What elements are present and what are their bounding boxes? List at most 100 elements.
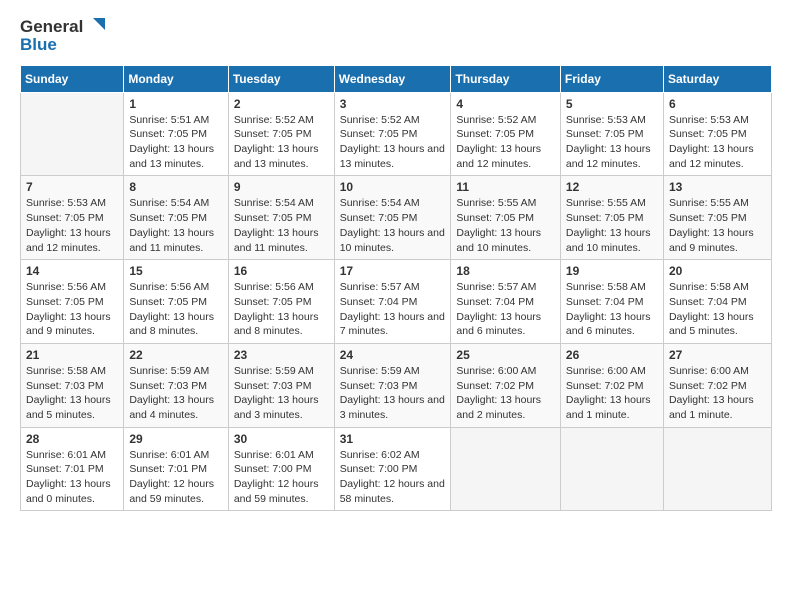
day-info: Sunrise: 5:56 AMSunset: 7:05 PMDaylight:… [234, 280, 329, 339]
day-info: Sunrise: 5:57 AMSunset: 7:04 PMDaylight:… [456, 280, 555, 339]
calendar-cell: 25 Sunrise: 6:00 AMSunset: 7:02 PMDaylig… [451, 343, 561, 427]
day-info: Sunrise: 5:53 AMSunset: 7:05 PMDaylight:… [669, 113, 766, 172]
weekday-header: Tuesday [228, 65, 334, 92]
day-info: Sunrise: 5:52 AMSunset: 7:05 PMDaylight:… [456, 113, 555, 172]
day-number: 5 [566, 97, 658, 111]
calendar-cell: 9 Sunrise: 5:54 AMSunset: 7:05 PMDayligh… [228, 176, 334, 260]
calendar-cell: 2 Sunrise: 5:52 AMSunset: 7:05 PMDayligh… [228, 92, 334, 176]
day-info: Sunrise: 5:57 AMSunset: 7:04 PMDaylight:… [340, 280, 446, 339]
day-number: 16 [234, 264, 329, 278]
day-info: Sunrise: 6:01 AMSunset: 7:01 PMDaylight:… [129, 448, 222, 507]
logo-blue-text: Blue [20, 36, 107, 55]
calendar-week-row: 7 Sunrise: 5:53 AMSunset: 7:05 PMDayligh… [21, 176, 772, 260]
calendar-cell: 24 Sunrise: 5:59 AMSunset: 7:03 PMDaylig… [334, 343, 451, 427]
day-info: Sunrise: 5:56 AMSunset: 7:05 PMDaylight:… [26, 280, 118, 339]
day-number: 27 [669, 348, 766, 362]
day-info: Sunrise: 6:00 AMSunset: 7:02 PMDaylight:… [669, 364, 766, 423]
day-number: 12 [566, 180, 658, 194]
day-info: Sunrise: 5:59 AMSunset: 7:03 PMDaylight:… [234, 364, 329, 423]
day-number: 2 [234, 97, 329, 111]
day-number: 30 [234, 432, 329, 446]
day-info: Sunrise: 5:54 AMSunset: 7:05 PMDaylight:… [340, 196, 446, 255]
calendar-cell: 4 Sunrise: 5:52 AMSunset: 7:05 PMDayligh… [451, 92, 561, 176]
calendar-cell: 14 Sunrise: 5:56 AMSunset: 7:05 PMDaylig… [21, 260, 124, 344]
calendar-cell: 7 Sunrise: 5:53 AMSunset: 7:05 PMDayligh… [21, 176, 124, 260]
day-info: Sunrise: 5:51 AMSunset: 7:05 PMDaylight:… [129, 113, 222, 172]
calendar-cell: 6 Sunrise: 5:53 AMSunset: 7:05 PMDayligh… [663, 92, 771, 176]
day-number: 9 [234, 180, 329, 194]
calendar-cell: 17 Sunrise: 5:57 AMSunset: 7:04 PMDaylig… [334, 260, 451, 344]
day-info: Sunrise: 5:53 AMSunset: 7:05 PMDaylight:… [566, 113, 658, 172]
day-info: Sunrise: 5:55 AMSunset: 7:05 PMDaylight:… [669, 196, 766, 255]
day-info: Sunrise: 6:00 AMSunset: 7:02 PMDaylight:… [456, 364, 555, 423]
calendar-cell: 18 Sunrise: 5:57 AMSunset: 7:04 PMDaylig… [451, 260, 561, 344]
logo-arrow-icon [85, 16, 107, 38]
calendar-cell: 19 Sunrise: 5:58 AMSunset: 7:04 PMDaylig… [560, 260, 663, 344]
weekday-header: Thursday [451, 65, 561, 92]
day-number: 10 [340, 180, 446, 194]
weekday-header: Friday [560, 65, 663, 92]
calendar-cell: 16 Sunrise: 5:56 AMSunset: 7:05 PMDaylig… [228, 260, 334, 344]
day-number: 31 [340, 432, 446, 446]
calendar-week-row: 1 Sunrise: 5:51 AMSunset: 7:05 PMDayligh… [21, 92, 772, 176]
day-number: 14 [26, 264, 118, 278]
weekday-header: Saturday [663, 65, 771, 92]
weekday-header: Monday [124, 65, 228, 92]
day-info: Sunrise: 6:01 AMSunset: 7:00 PMDaylight:… [234, 448, 329, 507]
day-number: 15 [129, 264, 222, 278]
day-info: Sunrise: 5:58 AMSunset: 7:03 PMDaylight:… [26, 364, 118, 423]
day-info: Sunrise: 5:55 AMSunset: 7:05 PMDaylight:… [566, 196, 658, 255]
day-number: 29 [129, 432, 222, 446]
page-header: General Blue [20, 16, 772, 55]
day-number: 22 [129, 348, 222, 362]
day-info: Sunrise: 5:55 AMSunset: 7:05 PMDaylight:… [456, 196, 555, 255]
calendar-cell: 13 Sunrise: 5:55 AMSunset: 7:05 PMDaylig… [663, 176, 771, 260]
calendar-cell: 1 Sunrise: 5:51 AMSunset: 7:05 PMDayligh… [124, 92, 228, 176]
day-number: 21 [26, 348, 118, 362]
day-number: 1 [129, 97, 222, 111]
calendar-cell: 11 Sunrise: 5:55 AMSunset: 7:05 PMDaylig… [451, 176, 561, 260]
day-number: 26 [566, 348, 658, 362]
day-number: 11 [456, 180, 555, 194]
calendar-cell [21, 92, 124, 176]
logo: General Blue [20, 16, 107, 55]
calendar-cell: 30 Sunrise: 6:01 AMSunset: 7:00 PMDaylig… [228, 427, 334, 511]
day-number: 24 [340, 348, 446, 362]
day-info: Sunrise: 5:58 AMSunset: 7:04 PMDaylight:… [669, 280, 766, 339]
calendar-cell: 10 Sunrise: 5:54 AMSunset: 7:05 PMDaylig… [334, 176, 451, 260]
calendar-cell: 15 Sunrise: 5:56 AMSunset: 7:05 PMDaylig… [124, 260, 228, 344]
calendar-cell: 21 Sunrise: 5:58 AMSunset: 7:03 PMDaylig… [21, 343, 124, 427]
calendar-cell: 23 Sunrise: 5:59 AMSunset: 7:03 PMDaylig… [228, 343, 334, 427]
day-number: 8 [129, 180, 222, 194]
day-info: Sunrise: 5:52 AMSunset: 7:05 PMDaylight:… [234, 113, 329, 172]
day-number: 28 [26, 432, 118, 446]
weekday-header-row: SundayMondayTuesdayWednesdayThursdayFrid… [21, 65, 772, 92]
calendar-cell [451, 427, 561, 511]
day-number: 4 [456, 97, 555, 111]
calendar-cell [560, 427, 663, 511]
day-number: 6 [669, 97, 766, 111]
day-number: 25 [456, 348, 555, 362]
calendar-cell: 5 Sunrise: 5:53 AMSunset: 7:05 PMDayligh… [560, 92, 663, 176]
day-info: Sunrise: 6:01 AMSunset: 7:01 PMDaylight:… [26, 448, 118, 507]
calendar-cell: 29 Sunrise: 6:01 AMSunset: 7:01 PMDaylig… [124, 427, 228, 511]
calendar-cell: 28 Sunrise: 6:01 AMSunset: 7:01 PMDaylig… [21, 427, 124, 511]
weekday-header: Wednesday [334, 65, 451, 92]
calendar-week-row: 14 Sunrise: 5:56 AMSunset: 7:05 PMDaylig… [21, 260, 772, 344]
day-number: 23 [234, 348, 329, 362]
calendar-week-row: 28 Sunrise: 6:01 AMSunset: 7:01 PMDaylig… [21, 427, 772, 511]
day-number: 17 [340, 264, 446, 278]
day-number: 13 [669, 180, 766, 194]
calendar-week-row: 21 Sunrise: 5:58 AMSunset: 7:03 PMDaylig… [21, 343, 772, 427]
calendar-cell: 27 Sunrise: 6:00 AMSunset: 7:02 PMDaylig… [663, 343, 771, 427]
calendar-cell: 22 Sunrise: 5:59 AMSunset: 7:03 PMDaylig… [124, 343, 228, 427]
day-number: 3 [340, 97, 446, 111]
day-info: Sunrise: 5:52 AMSunset: 7:05 PMDaylight:… [340, 113, 446, 172]
day-info: Sunrise: 5:59 AMSunset: 7:03 PMDaylight:… [340, 364, 446, 423]
calendar-cell: 12 Sunrise: 5:55 AMSunset: 7:05 PMDaylig… [560, 176, 663, 260]
weekday-header: Sunday [21, 65, 124, 92]
day-info: Sunrise: 5:59 AMSunset: 7:03 PMDaylight:… [129, 364, 222, 423]
day-number: 7 [26, 180, 118, 194]
day-info: Sunrise: 5:53 AMSunset: 7:05 PMDaylight:… [26, 196, 118, 255]
calendar-table: SundayMondayTuesdayWednesdayThursdayFrid… [20, 65, 772, 512]
